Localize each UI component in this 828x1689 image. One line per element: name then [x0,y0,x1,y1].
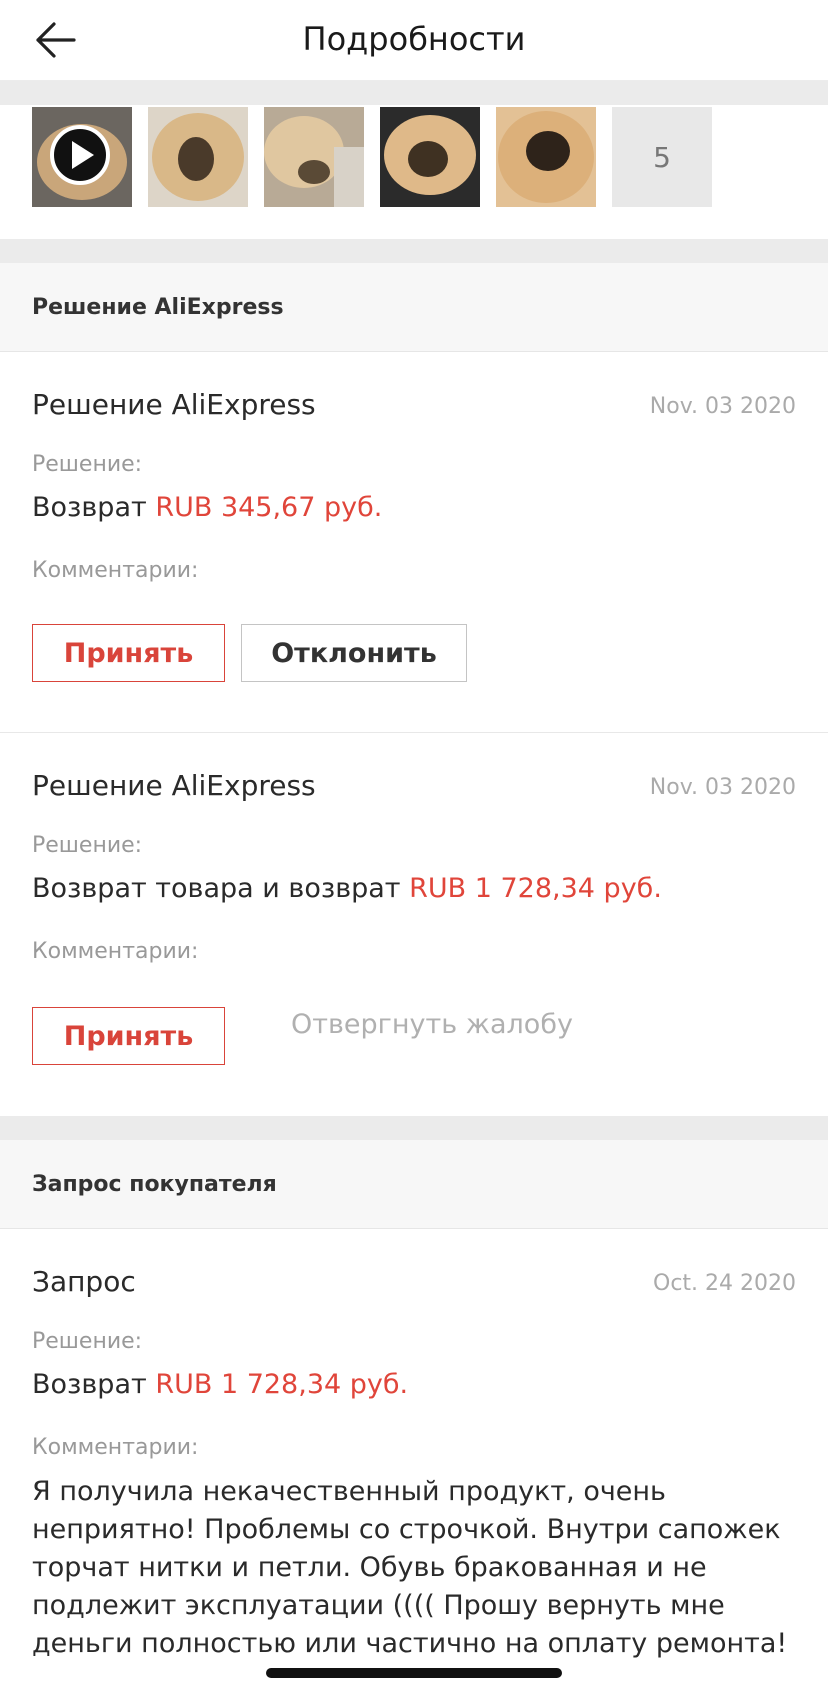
comments-label: Комментарии: [32,558,199,583]
decision-value: Возврат RUB 345,67 руб. [32,492,382,523]
decision-text: Возврат [32,492,156,523]
section-gap [0,239,828,263]
request-date: Oct. 24 2020 [653,1271,796,1296]
section-gap [0,1116,828,1140]
back-button[interactable] [34,18,82,62]
refund-amount: RUB 1 728,34 руб. [409,873,662,904]
section-header-request: Запрос покупателя [0,1140,828,1229]
decision-card: Решение AliExpress Nov. 03 2020 Решение:… [0,733,828,1116]
more-photos-count[interactable]: 5 [612,107,712,207]
decline-button[interactable]: Отклонить [241,624,467,682]
decision-text: Возврат товара и возврат [32,873,410,904]
decision-card: Решение AliExpress Nov. 03 2020 Решение:… [0,352,828,732]
photo-thumbnail[interactable] [496,107,596,207]
section-title: Запрос покупателя [32,1172,277,1197]
comments-label: Комментарии: [32,1435,199,1460]
request-card: Запрос Oct. 24 2020 Решение: Возврат RUB… [0,1229,828,1689]
photo-gallery: 5 [0,105,828,239]
arrow-left-icon [36,22,76,58]
photo-thumbnail[interactable] [264,107,364,207]
accept-button[interactable]: Принять [32,1007,225,1065]
decision-label: Решение: [32,833,143,858]
decision-text: Возврат [32,1369,156,1400]
comments-label: Комментарии: [32,939,199,964]
photo-thumbnail[interactable] [380,107,480,207]
decision-title: Решение AliExpress [32,769,316,802]
accept-button[interactable]: Принять [32,624,225,682]
refund-amount: RUB 345,67 руб. [155,492,383,523]
section-gap [0,81,828,105]
section-title: Решение AliExpress [32,295,284,320]
page-title: Подробности [302,20,526,58]
request-title: Запрос [32,1265,136,1298]
decision-date: Nov. 03 2020 [649,775,796,800]
buyer-comment: Я получила некачественный продукт, очень… [32,1476,788,1659]
decision-value: Возврат RUB 1 728,34 руб. [32,1369,408,1400]
decision-date: Nov. 03 2020 [649,394,796,419]
section-header-decision: Решение AliExpress [0,263,828,352]
home-indicator [266,1668,562,1678]
reject-complaint-link[interactable]: Отвергнуть жалобу [291,1009,573,1040]
decision-label: Решение: [32,452,143,477]
refund-amount: RUB 1 728,34 руб. [155,1369,409,1400]
top-nav-bar: Подробности [0,0,828,81]
photo-thumbnail[interactable] [148,107,248,207]
decision-value: Возврат товара и возврат RUB 1 728,34 ру… [32,873,662,904]
decision-title: Решение AliExpress [32,388,316,421]
decision-label: Решение: [32,1329,143,1354]
video-thumbnail[interactable] [32,107,132,207]
